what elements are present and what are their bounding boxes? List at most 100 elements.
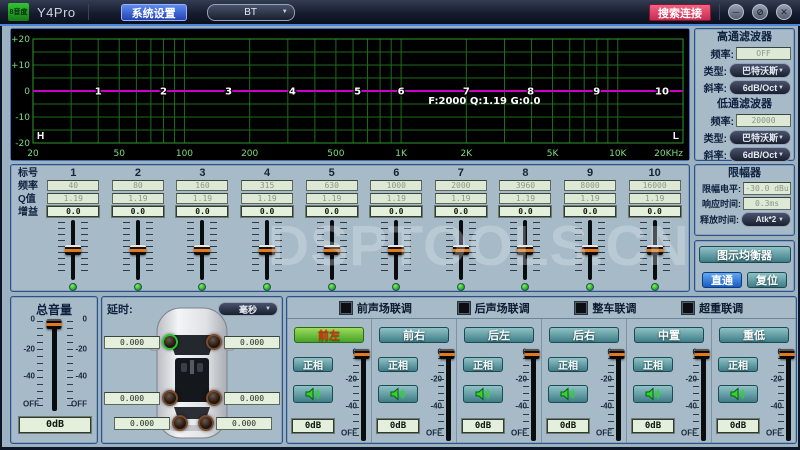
- eq-band-gain-slider[interactable]: [247, 220, 287, 280]
- channel-select-button[interactable]: 前左: [294, 327, 364, 343]
- eq-point-1[interactable]: 1: [95, 87, 102, 98]
- eq-band-q-input[interactable]: 1.19: [564, 193, 616, 204]
- channel-gain-value[interactable]: 0dB: [292, 419, 334, 433]
- slider-handle[interactable]: [647, 245, 663, 255]
- slider-handle[interactable]: [65, 245, 81, 255]
- speaker-knob-front-right[interactable]: [206, 334, 222, 350]
- channel-select-button[interactable]: 前右: [379, 327, 449, 343]
- eq-band-q-input[interactable]: 1.19: [241, 193, 293, 204]
- eq-band-gain-slider[interactable]: [635, 220, 675, 280]
- eq-band-gain-slider[interactable]: [441, 220, 481, 280]
- speaker-knob-center[interactable]: [172, 415, 188, 431]
- eq-band-gain-slider[interactable]: [376, 220, 416, 280]
- mute-button[interactable]: [463, 385, 503, 403]
- channel-select-button[interactable]: 后左: [464, 327, 534, 343]
- delay-input-subwoofer[interactable]: 0.000: [216, 417, 272, 430]
- eq-band-gain-slider[interactable]: [505, 220, 545, 280]
- eq-band-gain-input[interactable]: 0.0: [47, 206, 99, 217]
- slider-handle[interactable]: [780, 349, 795, 359]
- channel-select-button[interactable]: 后右: [549, 327, 619, 343]
- eq-band-gain-input[interactable]: 0.0: [176, 206, 228, 217]
- mute-button[interactable]: [633, 385, 673, 403]
- channel-select-button[interactable]: 重低: [719, 327, 789, 343]
- eq-graph-svg[interactable]: +20+100-10-2020501002005001K2K5K10K20KHz…: [11, 29, 689, 160]
- limiter-release-dropdown[interactable]: Atk*2 ▼: [741, 212, 791, 227]
- channel-gain-value[interactable]: 0dB: [632, 419, 674, 433]
- phase-button[interactable]: 正相: [378, 357, 418, 372]
- disconnect-circle-button[interactable]: ⊘: [752, 4, 768, 20]
- channel-gain-value[interactable]: 0dB: [377, 419, 419, 433]
- eq-point-6[interactable]: 6: [398, 87, 405, 98]
- eq-band-gain-input[interactable]: 0.0: [629, 206, 681, 217]
- eq-band-gain-input[interactable]: 0.0: [112, 206, 164, 217]
- hpf-type-dropdown[interactable]: 巴特沃斯 ▼: [729, 63, 791, 78]
- minimize-button[interactable]: ─: [728, 4, 744, 20]
- graphic-eq-button[interactable]: 图示均衡器: [699, 246, 791, 263]
- slider-handle[interactable]: [194, 245, 210, 255]
- eq-band-frequency-input[interactable]: 2000: [435, 180, 487, 191]
- limiter-attack-input[interactable]: 0.3ms: [743, 197, 791, 210]
- connection-mode-dropdown[interactable]: BT ▼: [207, 4, 295, 21]
- system-settings-button[interactable]: 系统设置: [121, 4, 187, 21]
- eq-band-q-input[interactable]: 1.19: [176, 193, 228, 204]
- lpf-freq-input[interactable]: 20000: [736, 114, 791, 127]
- slider-handle[interactable]: [355, 349, 370, 359]
- speaker-knob-subwoofer[interactable]: [198, 415, 214, 431]
- eq-point-9[interactable]: 9: [593, 87, 600, 98]
- eq-band-q-input[interactable]: 1.19: [306, 193, 358, 204]
- eq-band-q-input[interactable]: 1.19: [112, 193, 164, 204]
- slider-handle[interactable]: [47, 319, 62, 329]
- hpf-freq-input[interactable]: OFF: [736, 47, 791, 60]
- slider-handle[interactable]: [582, 245, 598, 255]
- eq-band-q-input[interactable]: 1.19: [499, 193, 551, 204]
- eq-band-gain-input[interactable]: 0.0: [499, 206, 551, 217]
- hpf-slope-dropdown[interactable]: 6dB/Oct ▼: [729, 80, 791, 95]
- channel-gain-value[interactable]: 0dB: [462, 419, 504, 433]
- master-volume-value[interactable]: 0dB: [19, 417, 91, 433]
- eq-band-q-input[interactable]: 1.19: [47, 193, 99, 204]
- eq-band-gain-slider[interactable]: [312, 220, 352, 280]
- eq-band-frequency-input[interactable]: 630: [306, 180, 358, 191]
- channel-gain-slider[interactable]: 0-20-40OFF: [590, 349, 626, 441]
- link-checkbox-item-2[interactable]: 整车联调: [575, 300, 636, 316]
- master-volume-slider[interactable]: 0-20-40OFF 0-20-40OFF: [23, 319, 87, 411]
- eq-point-4[interactable]: 4: [289, 87, 296, 98]
- eq-band-frequency-input[interactable]: 1000: [370, 180, 422, 191]
- channel-gain-slider[interactable]: 0-20-40OFF: [675, 349, 711, 441]
- bypass-button[interactable]: 直通: [702, 272, 742, 288]
- phase-button[interactable]: 正相: [463, 357, 503, 372]
- eq-band-gain-slider[interactable]: [53, 220, 93, 280]
- channel-gain-slider[interactable]: 0-20-40OFF: [760, 349, 796, 441]
- eq-band-frequency-input[interactable]: 80: [112, 180, 164, 191]
- link-checkbox-item-0[interactable]: 前声场联调: [340, 300, 412, 316]
- speaker-knob-rear-left[interactable]: [162, 390, 178, 406]
- mute-button[interactable]: [548, 385, 588, 403]
- eq-band-gain-input[interactable]: 0.0: [435, 206, 487, 217]
- phase-button[interactable]: 正相: [633, 357, 673, 372]
- slider-handle[interactable]: [695, 349, 710, 359]
- eq-band-frequency-input[interactable]: 3960: [499, 180, 551, 191]
- channel-gain-value[interactable]: 0dB: [547, 419, 589, 433]
- eq-band-gain-input[interactable]: 0.0: [370, 206, 422, 217]
- eq-band-q-input[interactable]: 1.19: [435, 193, 487, 204]
- lpf-slope-dropdown[interactable]: 6dB/Oct ▼: [729, 147, 791, 162]
- eq-band-gain-slider[interactable]: [570, 220, 610, 280]
- eq-band-q-input[interactable]: 1.19: [629, 193, 681, 204]
- link-checkbox-item-3[interactable]: 超重联调: [682, 300, 743, 316]
- checkbox[interactable]: [340, 302, 352, 314]
- delay-input-front-right[interactable]: 0.000: [224, 336, 280, 349]
- eq-band-frequency-input[interactable]: 160: [176, 180, 228, 191]
- phase-button[interactable]: 正相: [293, 357, 333, 372]
- channel-gain-slider[interactable]: 0-20-40OFF: [335, 349, 371, 441]
- link-checkbox-item-1[interactable]: 后声场联调: [458, 300, 530, 316]
- eq-band-frequency-input[interactable]: 8000: [564, 180, 616, 191]
- lpf-type-dropdown[interactable]: 巴特沃斯 ▼: [729, 130, 791, 145]
- mute-button[interactable]: [293, 385, 333, 403]
- slider-handle[interactable]: [388, 245, 404, 255]
- eq-band-gain-input[interactable]: 0.0: [306, 206, 358, 217]
- slider-handle[interactable]: [453, 245, 469, 255]
- eq-band-gain-input[interactable]: 0.0: [241, 206, 293, 217]
- delay-input-rear-right[interactable]: 0.000: [224, 392, 280, 405]
- channel-gain-value[interactable]: 0dB: [717, 419, 759, 433]
- channel-gain-slider[interactable]: 0-20-40OFF: [505, 349, 541, 441]
